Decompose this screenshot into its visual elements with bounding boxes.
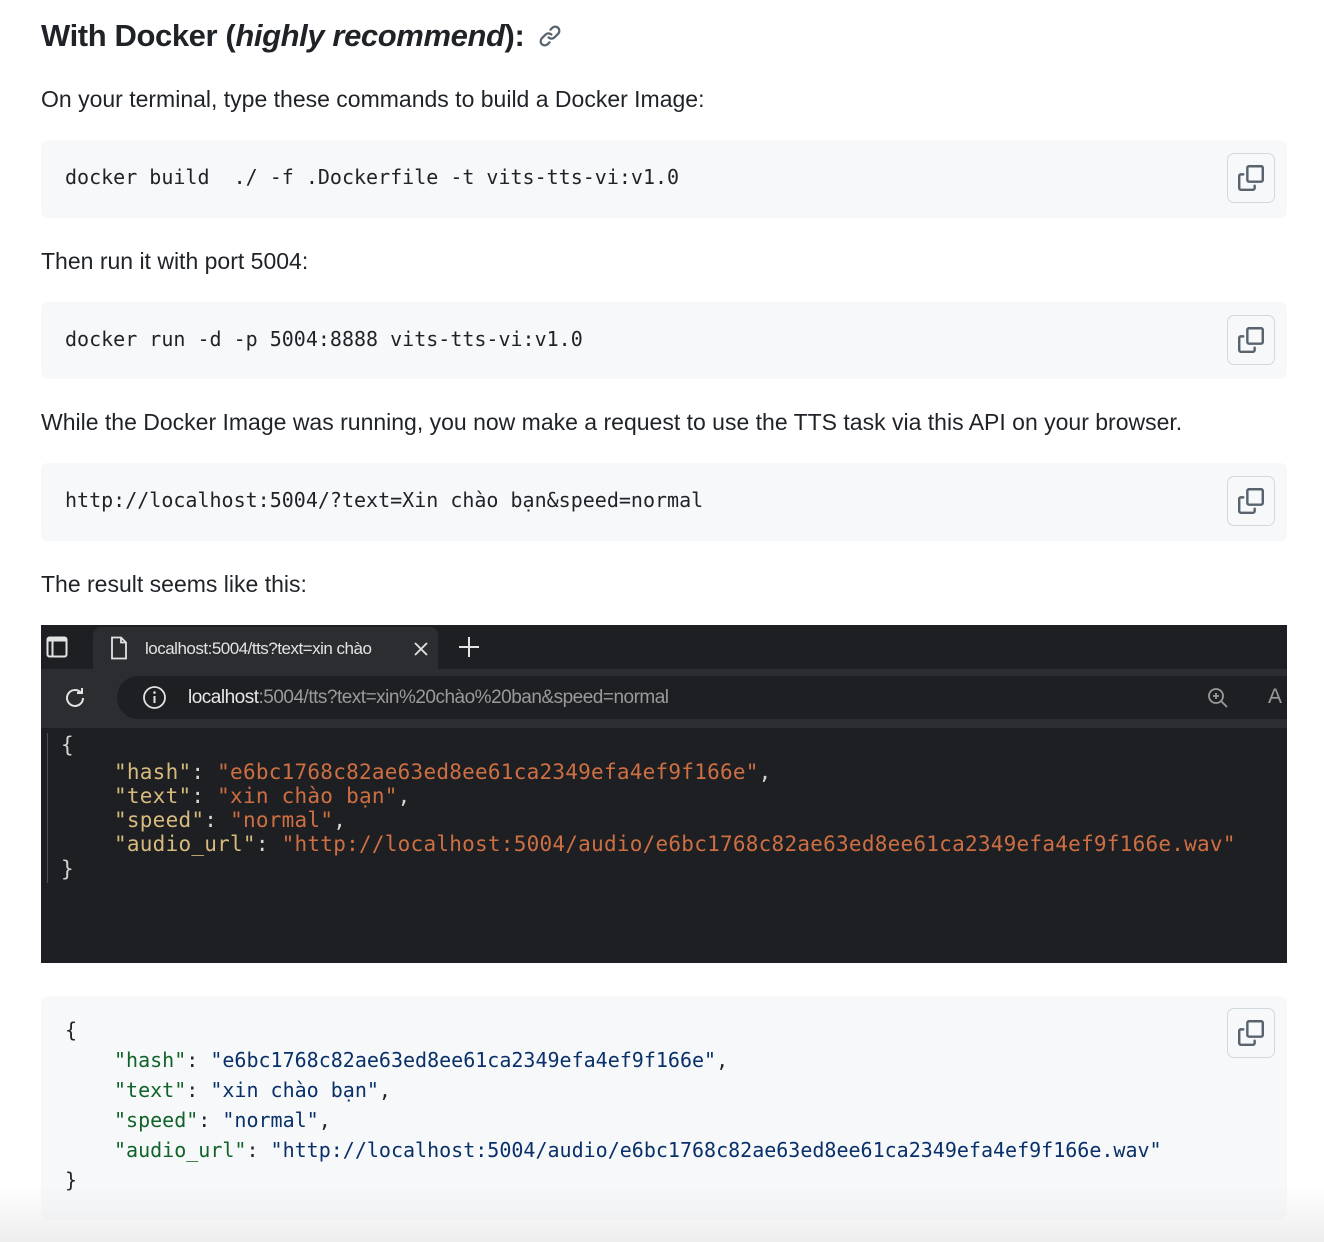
code-build-text: docker build ./ -f .Dockerfile -t vits-t… [65,165,680,189]
json-colon: : [246,1138,271,1162]
json-line-audio: "audio_url": "http://localhost:5004/audi… [114,1138,1162,1162]
page-icon [111,636,127,660]
json-line-text: "text": "xin chào bạn", [114,784,411,808]
json-viewer-dark: { "hash": "e6bc1768c82ae63ed8ee61ca2349e… [41,728,1287,963]
json-key: "hash" [114,1048,187,1072]
json-comma: , [397,784,411,808]
json-line-audio: "audio_url": "http://localhost:5004/audi… [114,832,1236,856]
json-colon: : [191,784,218,808]
json-comma: , [716,1048,729,1072]
code-block-result: { "hash": "e6bc1768c82ae63ed8ee61ca2349e… [41,996,1287,1220]
result-screenshot: localhost:5004/tts?text=xin chào localho… [41,625,1287,963]
heading-prefix: With Docker ( [41,18,236,53]
copy-button[interactable] [1227,315,1275,365]
json-value: "xin chào bạn" [217,784,398,808]
sidebar-toggle-icon [46,636,68,658]
copy-icon [1238,488,1264,514]
json-value: "e6bc1768c82ae63ed8ee61ca2349efa4ef9f166… [217,760,759,784]
browser-toolbar: localhost:5004/tts?text=xin%20chào%20ban… [41,669,1287,728]
paragraph-run: Then run it with port 5004: [41,248,309,274]
paragraph-build: On your terminal, type these commands to… [41,86,705,112]
json-line-text: "text": "xin chào bạn", [114,1078,391,1102]
json-colon: : [186,1048,211,1072]
json-line-speed: "speed": "normal", [114,808,346,832]
json-colon: : [191,760,218,784]
json-line-hash: "hash": "e6bc1768c82ae63ed8ee61ca2349efa… [114,760,772,784]
copy-button[interactable] [1227,1008,1275,1058]
json-open-brace: { [61,733,74,757]
code-block-run: docker run -d -p 5004:8888 vits-tts-vi:v… [41,302,1287,379]
read-aloud-icon[interactable]: A [1268,685,1282,709]
copy-button[interactable] [1227,153,1275,203]
json-value: "xin chào bạn" [210,1078,379,1102]
json-close-brace: } [65,1168,78,1192]
json-comma: , [333,808,347,832]
json-key: "speed" [114,808,205,832]
json-key: "text" [114,784,192,808]
copy-icon [1238,165,1264,191]
code-api-text: http://localhost:5004/?text=Xin chào bạn… [65,488,704,512]
json-value: "normal" [222,1108,319,1132]
json-line-speed: "speed": "normal", [114,1108,331,1132]
json-value: "normal" [230,808,334,832]
address-text: localhost:5004/tts?text=xin%20chào%20ban… [188,687,669,709]
json-gutter [47,733,48,883]
json-line-hash: "hash": "e6bc1768c82ae63ed8ee61ca2349efa… [114,1048,728,1072]
code-run-text: docker run -d -p 5004:8888 vits-tts-vi:v… [65,327,583,351]
json-key: "audio_url" [114,832,256,856]
json-open-brace: { [65,1018,78,1042]
link-icon[interactable] [538,24,562,48]
json-key: "speed" [114,1108,199,1132]
json-value: "http://localhost:5004/audio/e6bc1768c82… [281,832,1236,856]
json-comma: , [758,760,772,784]
json-comma: , [378,1078,391,1102]
copy-icon [1238,327,1264,353]
json-comma: , [318,1108,331,1132]
zoom-icon[interactable] [1207,687,1229,709]
paragraph-api: While the Docker Image was running, you … [41,409,1183,435]
code-block-api: http://localhost:5004/?text=Xin chào bạn… [41,463,1287,541]
address-host: localhost [188,687,259,708]
new-tab-icon[interactable] [458,636,480,658]
address-path: :5004/tts?text=xin%20chào%20ban&speed=no… [258,687,670,708]
address-bar[interactable]: localhost:5004/tts?text=xin%20chào%20ban… [117,676,1287,719]
copy-icon [1238,1020,1264,1046]
json-close-brace: } [61,857,74,881]
heading-suffix: ): [504,18,525,53]
json-colon: : [204,808,231,832]
json-value: "http://localhost:5004/audio/e6bc1768c82… [270,1138,1162,1162]
json-key: "text" [114,1078,187,1102]
json-colon: : [198,1108,223,1132]
close-icon[interactable] [414,642,428,656]
section-heading: With Docker (highly recommend): [41,18,562,54]
json-key: "hash" [114,760,192,784]
copy-button[interactable] [1227,476,1275,526]
json-value: "e6bc1768c82ae63ed8ee61ca2349efa4ef9f166… [210,1048,717,1072]
heading-emphasis: highly recommend [235,18,505,53]
paragraph-result: The result seems like this: [41,571,307,597]
json-colon: : [255,832,282,856]
json-key: "audio_url" [114,1138,247,1162]
browser-tab[interactable]: localhost:5004/tts?text=xin chào [93,627,438,671]
json-colon: : [186,1078,211,1102]
code-block-build: docker build ./ -f .Dockerfile -t vits-t… [41,140,1287,218]
reload-icon[interactable] [63,686,87,710]
browser-tab-bar: localhost:5004/tts?text=xin chào [41,625,1287,671]
tab-title: localhost:5004/tts?text=xin chào [145,639,372,658]
site-info-icon[interactable] [142,685,167,710]
